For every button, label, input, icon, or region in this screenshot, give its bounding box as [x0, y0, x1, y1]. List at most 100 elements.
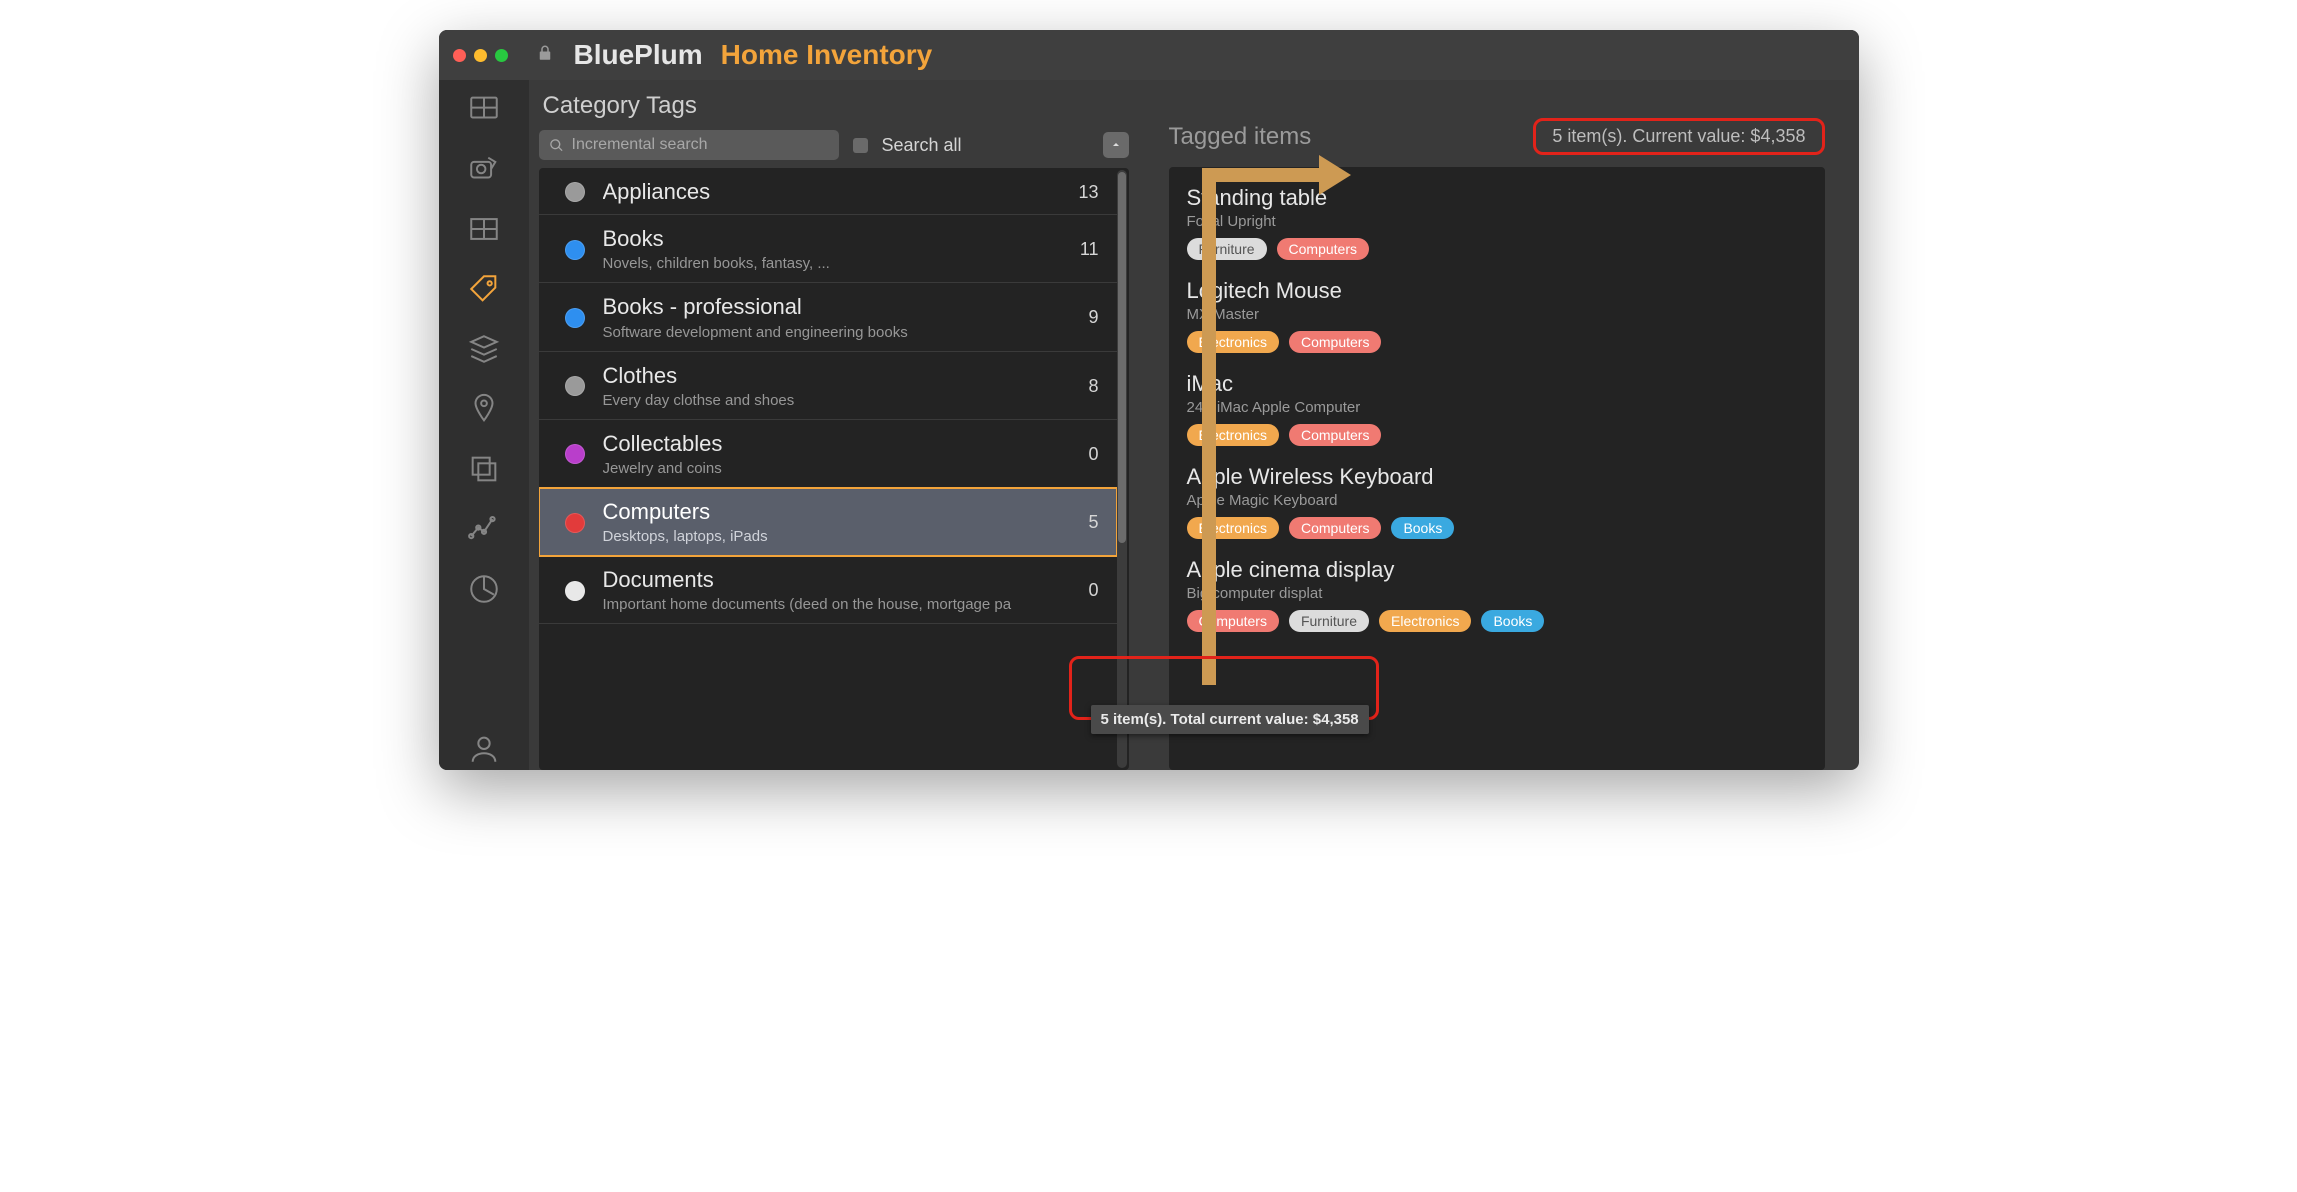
category-name: Appliances — [603, 180, 1067, 204]
tag-pill[interactable]: Computers — [1289, 331, 1381, 353]
item-subtitle: MX Master — [1187, 306, 1807, 323]
user-icon — [467, 732, 501, 766]
category-name: Computers — [603, 500, 1077, 524]
tag-pill[interactable]: Electronics — [1187, 424, 1279, 446]
duplicate-icon — [467, 452, 501, 486]
search-all-checkbox[interactable] — [853, 138, 868, 153]
scrollbar-thumb[interactable] — [1118, 172, 1126, 543]
tag-icon — [467, 272, 501, 306]
tag-pill[interactable]: Computers — [1289, 424, 1381, 446]
category-row[interactable]: Appliances 13 — [539, 168, 1117, 215]
minimize-window-button[interactable] — [474, 49, 487, 62]
tag-pill[interactable]: Computers — [1277, 238, 1369, 260]
analytics-icon — [467, 512, 501, 546]
tag-pill[interactable]: Electronics — [1379, 610, 1471, 632]
duplicate-nav[interactable] — [463, 448, 505, 490]
item-name: Logitech Mouse — [1187, 278, 1807, 304]
search-all-label: Search all — [882, 135, 962, 156]
tag-pill[interactable]: Electronics — [1187, 517, 1279, 539]
tag-pill[interactable]: Furniture — [1187, 238, 1267, 260]
tagged-item[interactable]: Apple Wireless Keyboard Apple Magic Keyb… — [1187, 456, 1807, 549]
category-count: 5 — [1076, 512, 1098, 533]
category-row[interactable]: Books Novels, children books, fantasy, .… — [539, 215, 1117, 283]
camera-save-nav[interactable] — [463, 148, 505, 190]
lock-icon — [536, 44, 554, 67]
category-name: Collectables — [603, 432, 1077, 456]
category-count: 0 — [1076, 580, 1098, 601]
tag-pill[interactable]: Books — [1481, 610, 1544, 632]
categories-title: Category Tags — [543, 92, 1129, 120]
categories-scroll: Appliances 13 Books Novels, children boo… — [539, 168, 1129, 770]
window-controls — [453, 49, 508, 62]
category-row[interactable]: Documents Important home documents (deed… — [539, 556, 1117, 624]
item-name: Apple Wireless Keyboard — [1187, 464, 1807, 490]
camera-save-icon — [467, 152, 501, 186]
dashboard-nav[interactable] — [463, 88, 505, 130]
category-row[interactable]: Computers Desktops, laptops, iPads 5 — [539, 488, 1117, 556]
item-subtitle: Apple Magic Keyboard — [1187, 492, 1807, 509]
tagged-item[interactable]: Logitech Mouse MX Master Electronics Comp… — [1187, 270, 1807, 363]
category-row[interactable]: Collectables Jewelry and coins 0 — [539, 420, 1117, 488]
category-color-dot — [565, 182, 585, 202]
category-count: 9 — [1076, 307, 1098, 328]
tag-pill[interactable]: Computers — [1289, 517, 1381, 539]
pin-icon — [467, 392, 501, 426]
category-description: Every day clothse and shoes — [603, 392, 1077, 409]
category-row[interactable]: Clothes Every day clothse and shoes 8 — [539, 352, 1117, 420]
tag-pill[interactable]: Furniture — [1289, 610, 1369, 632]
stack-icon — [467, 332, 501, 366]
titlebar: BluePlum Home Inventory — [439, 30, 1859, 80]
pin-nav[interactable] — [463, 388, 505, 430]
item-name: iMac — [1187, 371, 1807, 397]
rooms-nav[interactable] — [463, 208, 505, 250]
search-input[interactable] — [539, 130, 839, 160]
category-count: 8 — [1076, 376, 1098, 397]
category-count: 0 — [1076, 444, 1098, 465]
tagged-item[interactable]: Standing table Focal Upright FurnitureCo… — [1187, 177, 1807, 270]
tag-nav[interactable] — [463, 268, 505, 310]
collapse-button[interactable] — [1103, 132, 1129, 158]
category-name: Clothes — [603, 364, 1077, 388]
nav-rail — [439, 80, 529, 770]
tagged-item[interactable]: iMac 24 " iMac Apple Computer Electronic… — [1187, 363, 1807, 456]
category-description: Jewelry and coins — [603, 460, 1077, 477]
item-tags: Electronics Computers — [1187, 331, 1807, 353]
item-tags: Electronics Computers Books — [1187, 517, 1807, 539]
category-description: Important home documents (deed on the ho… — [603, 596, 1077, 613]
category-count: 11 — [1068, 239, 1099, 260]
analytics-nav[interactable] — [463, 508, 505, 550]
app-subtitle: Home Inventory — [721, 39, 933, 71]
pie-nav[interactable] — [463, 568, 505, 610]
search-row: Search all — [539, 130, 1129, 160]
category-name: Books - professional — [603, 295, 1077, 319]
stack-nav[interactable] — [463, 328, 505, 370]
tag-pill[interactable]: Electronics — [1187, 331, 1279, 353]
item-tags: Computers Furniture Electronics Books — [1187, 610, 1807, 632]
search-icon — [549, 138, 564, 153]
chevron-up-icon — [1110, 139, 1122, 151]
tag-pill[interactable]: Books — [1391, 517, 1454, 539]
categories-pane: Category Tags Search all Appli — [529, 80, 1139, 770]
category-row[interactable]: Books - professional Software developmen… — [539, 283, 1117, 351]
pie-icon — [467, 572, 501, 606]
category-name: Books — [603, 227, 1068, 251]
tagged-item[interactable]: Apple cinema display Big computer displa… — [1187, 549, 1807, 642]
close-window-button[interactable] — [453, 49, 466, 62]
category-color-dot — [565, 240, 585, 260]
user-nav[interactable] — [463, 728, 505, 770]
category-count: 13 — [1066, 182, 1098, 203]
category-color-dot — [565, 444, 585, 464]
tagged-items-stats: 5 item(s). Current value: $4,358 — [1544, 123, 1813, 150]
tagged-items-title: Tagged items — [1169, 123, 1312, 151]
dashboard-icon — [467, 92, 501, 126]
category-name: Documents — [603, 568, 1077, 592]
rooms-icon — [467, 212, 501, 246]
search-field[interactable] — [572, 136, 829, 154]
item-subtitle: Focal Upright — [1187, 213, 1807, 230]
zoom-window-button[interactable] — [495, 49, 508, 62]
stats-highlight-frame: 5 item(s). Current value: $4,358 — [1533, 118, 1824, 155]
category-color-dot — [565, 513, 585, 533]
item-subtitle: Big computer displat — [1187, 585, 1807, 602]
app-window: BluePlum Home Inventory Category Tags Se… — [439, 30, 1859, 770]
tag-pill[interactable]: Computers — [1187, 610, 1279, 632]
